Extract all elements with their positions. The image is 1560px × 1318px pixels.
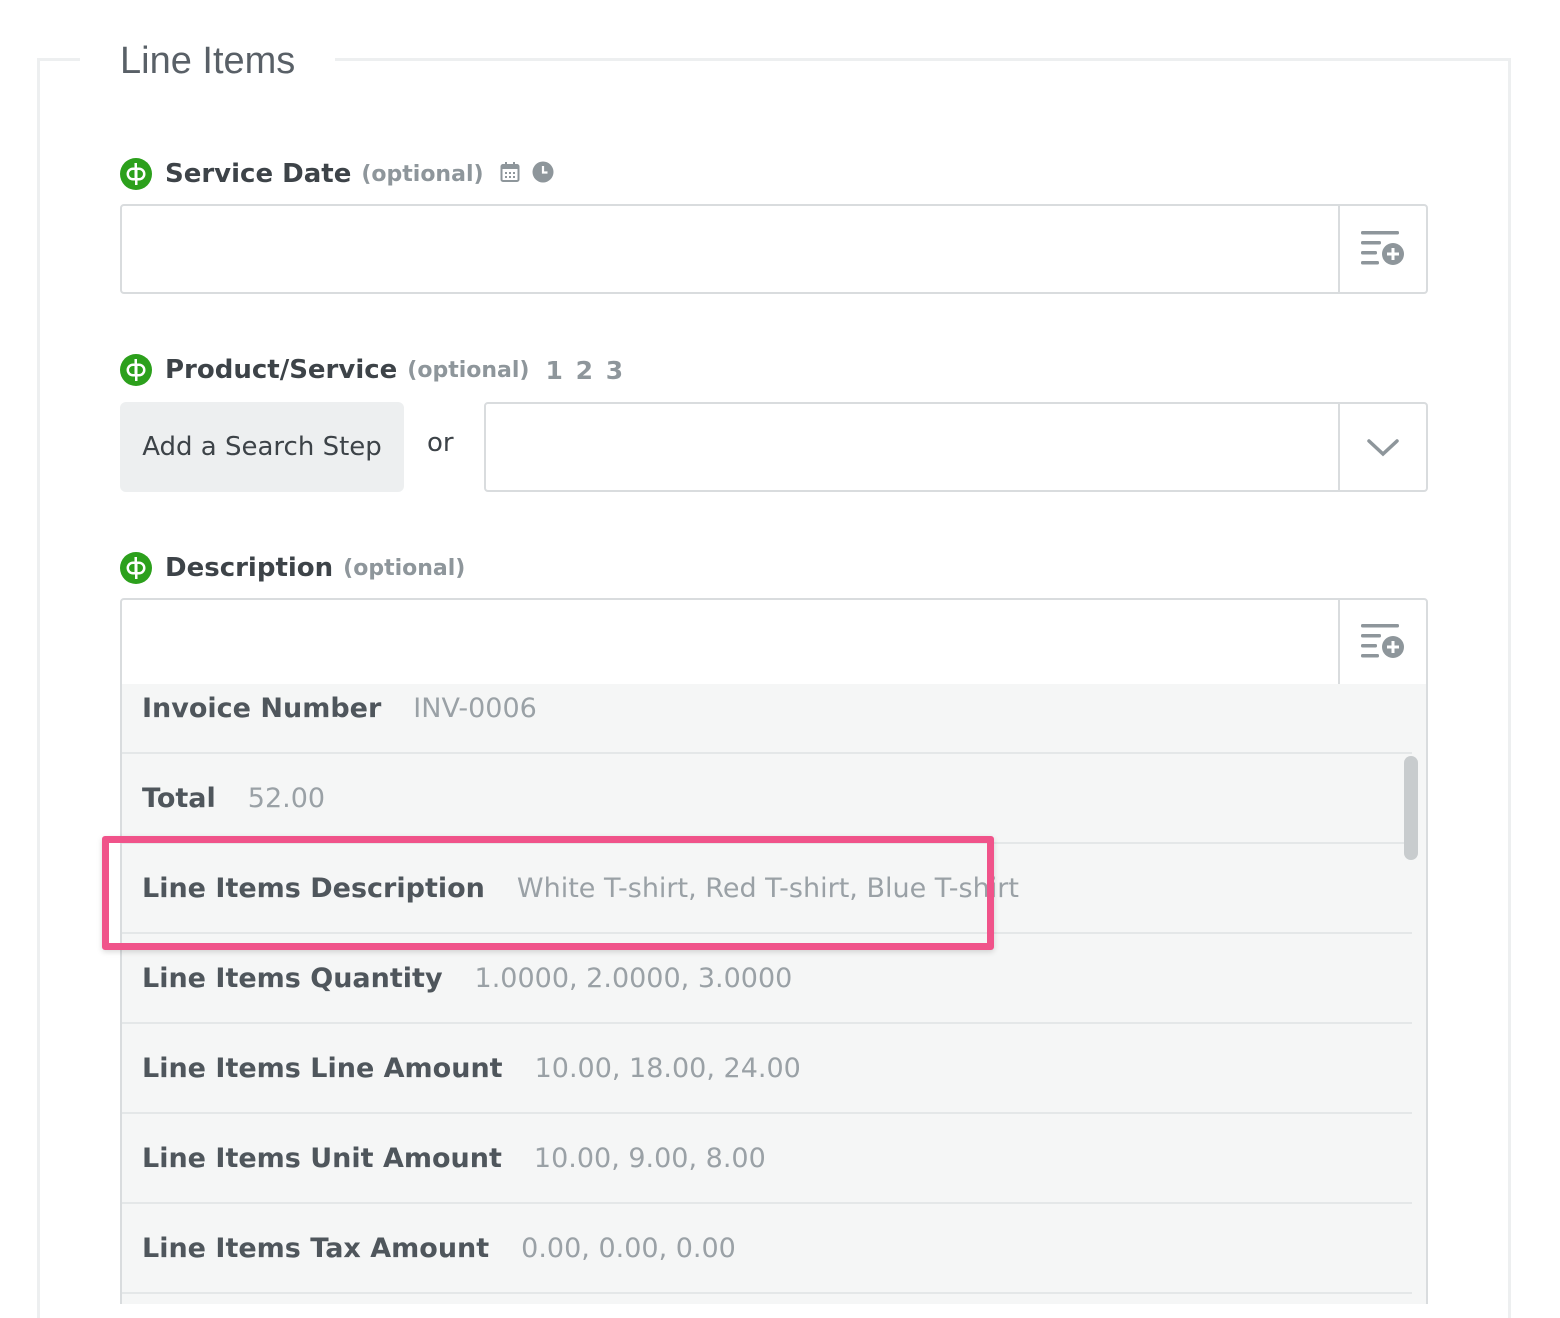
service-date-input[interactable]	[120, 204, 1428, 294]
product-service-title: Product/Service	[165, 355, 398, 385]
service-date-title: Service Date	[165, 159, 352, 189]
list-item[interactable]: Line Items Quantity 1.0000, 2.0000, 3.00…	[122, 934, 1412, 1024]
description-label: Description (optional)	[120, 550, 465, 586]
item-key: Total	[142, 782, 216, 814]
list-add-icon	[1361, 624, 1404, 658]
list-add-icon	[1361, 231, 1404, 265]
item-value: White T-shirt, Red T-shirt, Blue T-shirt	[516, 872, 1019, 904]
description-input[interactable]	[120, 598, 1428, 686]
step-numbers: 1 2 3	[545, 355, 626, 385]
item-value: 10.00, 18.00, 24.00	[534, 1052, 801, 1084]
insert-field-button[interactable]	[1338, 206, 1426, 292]
item-value: 10.00, 9.00, 8.00	[533, 1142, 766, 1174]
list-item[interactable]: Invoice Number INV-0006	[122, 684, 1412, 754]
clock-icon	[532, 161, 554, 187]
item-key: Line Items Tax Amount	[142, 1232, 490, 1264]
section-legend: Line Items	[80, 38, 336, 84]
list-item[interactable]: Line Items Line Amount 10.00, 18.00, 24.…	[122, 1024, 1412, 1114]
calendar-icon	[500, 161, 520, 187]
product-service-label: Product/Service (optional) 1 2 3	[120, 352, 625, 388]
field-suggestion-dropdown: Invoice Number INV-0006 Total 52.00 Line…	[120, 684, 1428, 1304]
insert-field-button[interactable]	[1338, 600, 1426, 684]
item-key: Line Items Unit Amount	[142, 1142, 502, 1174]
list-item[interactable]: Total 52.00	[122, 754, 1412, 844]
optional-tag: (optional)	[361, 161, 484, 187]
service-date-label: Service Date (optional)	[120, 156, 554, 192]
description-title: Description	[165, 553, 334, 583]
list-item[interactable]: Line Items Tax Amount 0.00, 0.00, 0.00	[122, 1204, 1412, 1294]
list-item[interactable]: Line Items Unit Amount 10.00, 9.00, 8.00	[122, 1114, 1412, 1204]
item-key: Line Items Line Amount	[142, 1052, 503, 1084]
optional-tag: (optional)	[407, 357, 530, 383]
item-key: Line Items Description	[142, 872, 485, 904]
add-search-step-button[interactable]: Add a Search Step	[120, 402, 404, 492]
list-item[interactable]: Line Items Description White T-shirt, Re…	[122, 844, 1412, 934]
item-value: 52.00	[247, 782, 326, 814]
quickbooks-icon	[120, 158, 152, 190]
item-value: 0.00, 0.00, 0.00	[521, 1232, 736, 1264]
or-separator: or	[427, 428, 454, 458]
product-service-select[interactable]	[484, 402, 1428, 492]
optional-tag: (optional)	[343, 555, 466, 581]
item-value: 1.0000, 2.0000, 3.0000	[474, 962, 793, 994]
dropdown-toggle[interactable]	[1338, 404, 1426, 490]
item-key: Invoice Number	[142, 692, 382, 724]
item-key: Line Items Quantity	[142, 962, 443, 994]
chevron-down-icon	[1367, 439, 1399, 457]
item-value: INV-0006	[413, 692, 537, 724]
quickbooks-icon	[120, 552, 152, 584]
quickbooks-icon	[120, 354, 152, 386]
scrollbar-thumb[interactable]	[1404, 756, 1418, 860]
